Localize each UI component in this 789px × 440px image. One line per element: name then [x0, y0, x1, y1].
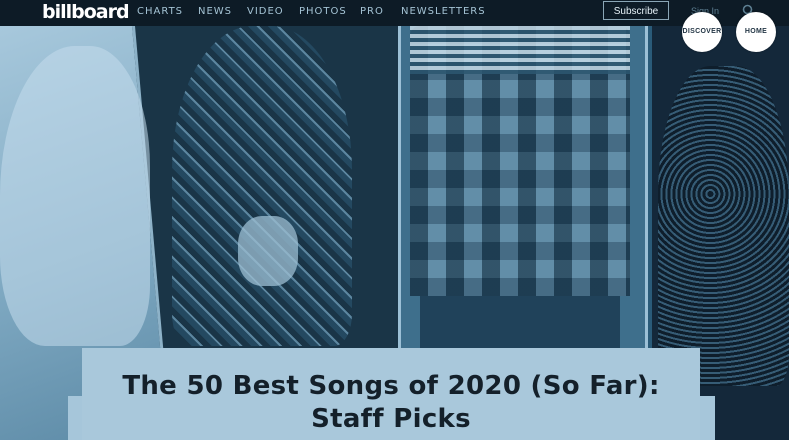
photo-figure-suit [0, 46, 150, 346]
photo-sweater-stripes [410, 26, 630, 74]
article-headline[interactable]: The 50 Best Songs of 2020 (So Far): Staf… [82, 370, 700, 436]
nav-item-news[interactable]: NEWS [198, 6, 232, 17]
top-nav-bar: billboard CHARTS NEWS VIDEO PHOTOS PRO N… [0, 0, 789, 26]
nav-item-charts[interactable]: CHARTS [137, 6, 183, 17]
nav-item-pro[interactable]: PRO [360, 6, 384, 17]
nav-item-newsletters[interactable]: NEWSLETTERS [401, 6, 486, 17]
headline-line-2: Staff Picks [311, 404, 471, 434]
subscribe-button[interactable]: Subscribe [603, 1, 669, 20]
photo-figure-hand [238, 216, 298, 286]
headline-line-1: The 50 Best Songs of 2020 (So Far): [122, 371, 660, 401]
headline-card: The 50 Best Songs of 2020 (So Far): Staf… [82, 348, 700, 440]
nav-item-video[interactable]: VIDEO [247, 6, 284, 17]
discover-button[interactable]: DISCOVER [682, 12, 722, 52]
photo-figure-sequin-dress [172, 26, 352, 346]
nav-item-photos[interactable]: PHOTOS [299, 6, 347, 17]
home-button[interactable]: HOME [736, 12, 776, 52]
billboard-logo[interactable]: billboard [42, 0, 130, 24]
photo-figure-lace [658, 66, 789, 386]
